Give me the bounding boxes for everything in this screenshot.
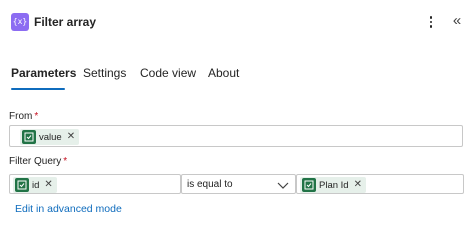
filter-query-label: Filter Query * [9, 156, 67, 167]
remove-token-icon[interactable]: ✕ [67, 132, 75, 142]
filter-right-operand-input[interactable]: Plan Id ✕ [296, 174, 464, 194]
from-label: From * [9, 111, 38, 122]
operator-dropdown[interactable]: is equal to [181, 174, 296, 194]
chevron-down-icon [277, 182, 289, 189]
tab-bar: Parameters Settings Code view About [0, 62, 474, 92]
planner-icon [302, 178, 316, 192]
filter-query-label-text: Filter Query [9, 156, 62, 167]
value-token-label: value [39, 131, 62, 143]
tab-about[interactable]: About [208, 62, 239, 90]
tab-code-view[interactable]: Code view [140, 62, 196, 90]
panel-title: Filter array [34, 15, 97, 29]
plan-id-token-label: Plan Id [319, 179, 349, 191]
tab-settings[interactable]: Settings [83, 62, 126, 90]
remove-token-icon[interactable]: ✕ [44, 180, 52, 190]
panel-header: {x} Filter array « [0, 0, 474, 44]
required-mark: * [63, 156, 68, 167]
from-label-text: From [9, 111, 33, 122]
planner-icon [22, 130, 36, 144]
filter-left-operand-input[interactable]: id ✕ [9, 174, 181, 194]
plan-id-token[interactable]: Plan Id ✕ [300, 177, 366, 193]
more-options-icon[interactable] [424, 13, 438, 31]
app-icon-glyph: {x} [12, 17, 28, 26]
from-input[interactable]: value ✕ [9, 125, 463, 147]
id-token-label: id [32, 179, 40, 191]
operator-value: is equal to [187, 179, 233, 190]
remove-token-icon[interactable]: ✕ [354, 180, 362, 190]
edit-advanced-mode-link[interactable]: Edit in advanced mode [15, 203, 122, 215]
value-token[interactable]: value ✕ [20, 129, 80, 145]
tab-parameters[interactable]: Parameters [11, 62, 76, 90]
collapse-panel-icon[interactable]: « [449, 11, 465, 31]
filter-array-icon: {x} [11, 13, 29, 31]
id-token[interactable]: id ✕ [13, 177, 57, 193]
required-mark: * [34, 111, 39, 122]
planner-icon [15, 178, 29, 192]
